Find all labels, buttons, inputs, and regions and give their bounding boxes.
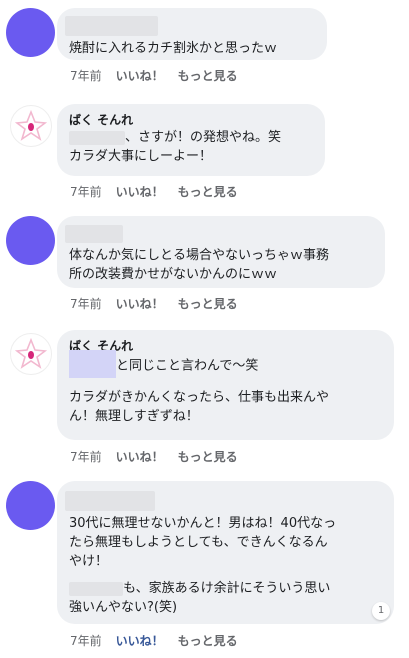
- comment-text: 強いんやない?(笑): [69, 600, 178, 615]
- avatar[interactable]: [6, 8, 55, 57]
- timestamp[interactable]: 7年前: [70, 185, 102, 199]
- comment-bubble: 焼酎に入れるカチ割氷かと思ったｗ: [57, 8, 327, 60]
- star-logo-icon: [14, 109, 48, 141]
- see-more-button[interactable]: もっと見る: [178, 69, 238, 83]
- comment-text: ん！無理しすぎずね！: [69, 409, 199, 424]
- comment-text: 、さすが！の発想やね。笑: [69, 128, 313, 147]
- star-logo-icon: [14, 337, 48, 369]
- comment-bubble: 30代に無理せないかんと！男はね！40代なっ たら無理もしようとしても、できんく…: [57, 481, 394, 624]
- avatar[interactable]: [6, 481, 55, 530]
- timestamp[interactable]: 7年前: [70, 297, 102, 311]
- comment-text: も、家族あるけ余計にそういう思い: [69, 579, 382, 598]
- redacted-author-name[interactable]: [65, 16, 158, 36]
- like-button[interactable]: いいね！: [116, 634, 164, 648]
- redacted-author-name[interactable]: [65, 491, 155, 511]
- comment-text: カラダ大事にしーよー！: [69, 149, 213, 164]
- comment-text: と同じこと言わんで〜笑: [69, 350, 382, 378]
- see-more-button[interactable]: もっと見る: [178, 450, 238, 464]
- see-more-button[interactable]: もっと見る: [178, 185, 238, 199]
- timestamp[interactable]: 7年前: [70, 69, 102, 83]
- redacted-mention[interactable]: [69, 130, 125, 145]
- redacted-author-name[interactable]: [65, 224, 123, 243]
- like-button[interactable]: いいね！: [116, 297, 164, 311]
- comment-text: たら無理もしようとしても、できんくなるん: [69, 535, 328, 550]
- comment-text: 焼酎に入れるカチ割氷かと思ったｗ: [69, 41, 278, 56]
- like-button[interactable]: いいね！: [116, 185, 164, 199]
- comment-bubble: ばく そんれ と同じこと言わんで〜笑 カラダがきかんくなったら、仕事も出来んや …: [57, 330, 394, 440]
- comment-text: カラダがきかんくなったら、仕事も出来んや: [69, 390, 330, 405]
- comment-text: 30代に無理せないかんと！男はね！40代なっ: [69, 516, 337, 531]
- comment-actions: 7年前 いいね！ もっと見る: [70, 67, 252, 84]
- comment-actions: 7年前 いいね！ もっと見る: [70, 632, 252, 649]
- comment-text: やけ！: [69, 554, 109, 569]
- redacted-mention[interactable]: [69, 581, 123, 596]
- timestamp[interactable]: 7年前: [70, 450, 102, 464]
- timestamp[interactable]: 7年前: [70, 634, 102, 648]
- comment-text: 所の改装費かせがないかんのにｗｗ: [69, 267, 278, 282]
- author-name[interactable]: ばく そんれ: [69, 112, 313, 128]
- like-button[interactable]: いいね！: [116, 69, 164, 83]
- see-more-button[interactable]: もっと見る: [178, 297, 238, 311]
- redacted-mention[interactable]: [69, 350, 116, 378]
- avatar[interactable]: [6, 216, 55, 265]
- see-more-button[interactable]: もっと見る: [178, 634, 238, 648]
- reaction-count-badge[interactable]: 1: [372, 602, 390, 620]
- comment-bubble: ばく そんれ 、さすが！の発想やね。笑 カラダ大事にしーよー！: [57, 104, 325, 176]
- page-avatar[interactable]: [10, 105, 52, 147]
- page-avatar[interactable]: [10, 333, 52, 375]
- comment-actions: 7年前 いいね！ もっと見る: [70, 183, 252, 200]
- like-button[interactable]: いいね！: [116, 450, 164, 464]
- comment-actions: 7年前 いいね！ もっと見る: [70, 295, 252, 312]
- comment-bubble: 体なんか気にしとる場合やないっちゃｗ事務 所の改装費かせがないかんのにｗｗ: [57, 216, 385, 288]
- comment-text: 体なんか気にしとる場合やないっちゃｗ事務: [69, 248, 330, 263]
- comment-actions: 7年前 いいね！ もっと見る: [70, 448, 252, 465]
